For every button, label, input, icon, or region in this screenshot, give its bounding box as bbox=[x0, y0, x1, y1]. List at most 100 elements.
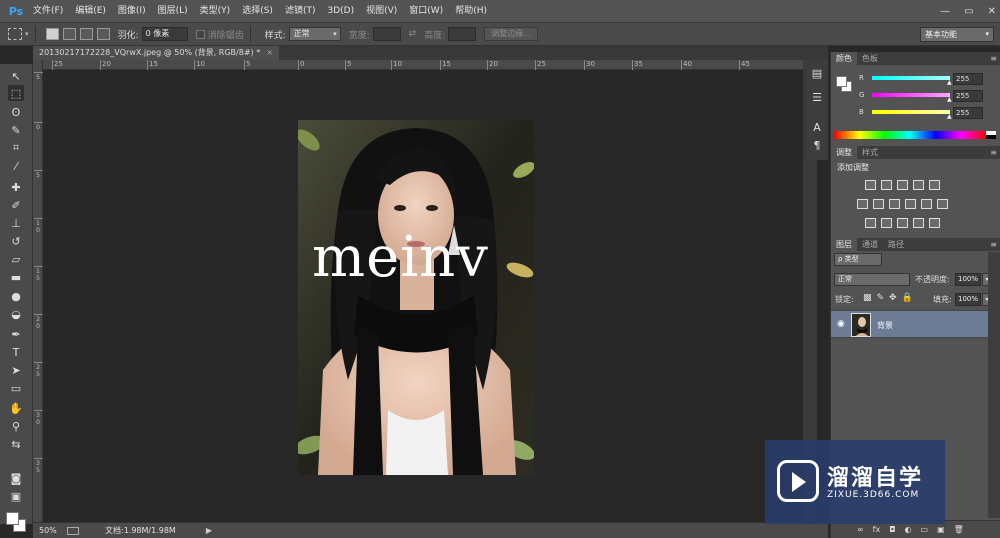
green-slider[interactable]: G ▲ 255 bbox=[859, 90, 999, 104]
color-lookup-icon[interactable] bbox=[937, 199, 948, 209]
properties-panel-icon[interactable]: ☰ bbox=[810, 90, 824, 104]
tab-channels[interactable]: 通道 bbox=[857, 238, 883, 251]
black-white-swatch[interactable] bbox=[986, 131, 996, 139]
layer-style-icon[interactable]: fx bbox=[873, 525, 881, 534]
red-slider[interactable]: R ▲ 255 bbox=[859, 73, 999, 87]
close-tab-icon[interactable]: × bbox=[266, 48, 273, 57]
foreground-color-swatch[interactable] bbox=[6, 512, 19, 525]
invert-icon[interactable] bbox=[865, 218, 876, 228]
clone-stamp-tool-icon[interactable]: ⊥ bbox=[8, 215, 24, 231]
menu-3d[interactable]: 3D(D) bbox=[321, 0, 360, 22]
selective-color-icon[interactable] bbox=[929, 218, 940, 228]
tab-styles[interactable]: 样式 bbox=[857, 146, 883, 159]
shape-tool-icon[interactable]: ▭ bbox=[8, 380, 24, 396]
color-foreground-swatch[interactable] bbox=[836, 76, 847, 87]
workspace-select[interactable]: 基本功能 bbox=[920, 27, 994, 42]
threshold-icon[interactable] bbox=[897, 218, 908, 228]
chevron-down-icon[interactable]: ▾ bbox=[25, 30, 29, 38]
posterize-icon[interactable] bbox=[881, 218, 892, 228]
layer-kind-filter[interactable]: ρ 类型 bbox=[834, 253, 882, 266]
dodge-tool-icon[interactable]: ◒ bbox=[8, 306, 24, 322]
red-value[interactable]: 255 bbox=[953, 73, 983, 85]
antialias-checkbox[interactable] bbox=[195, 29, 205, 39]
slider-thumb-icon[interactable]: ▲ bbox=[947, 79, 952, 86]
blur-tool-icon[interactable]: ● bbox=[8, 288, 24, 304]
document-image[interactable]: meinv bbox=[298, 120, 534, 475]
menu-file[interactable]: 文件(F) bbox=[27, 0, 69, 22]
menu-filter[interactable]: 滤镜(T) bbox=[279, 0, 322, 22]
hue-saturation-icon[interactable] bbox=[857, 199, 868, 209]
history-brush-tool-icon[interactable]: ↺ bbox=[8, 233, 24, 249]
hand-tool-icon[interactable]: ✋ bbox=[8, 400, 24, 416]
status-info-icon[interactable] bbox=[67, 526, 79, 535]
vibrance-icon[interactable] bbox=[929, 180, 940, 190]
color-spectrum[interactable] bbox=[834, 131, 986, 139]
photo-filter-icon[interactable] bbox=[905, 199, 916, 209]
blue-track[interactable] bbox=[872, 110, 950, 114]
marquee-preset-icon[interactable] bbox=[8, 28, 22, 40]
new-layer-icon[interactable]: ▣ bbox=[937, 525, 945, 534]
eyedropper-tool-icon[interactable]: ⁄ bbox=[8, 158, 24, 174]
crop-tool-icon[interactable]: ⌗ bbox=[8, 140, 24, 156]
panel-menu-icon[interactable]: ≡ bbox=[990, 146, 997, 159]
fill-input[interactable]: 100% bbox=[955, 293, 981, 306]
brightness-icon[interactable] bbox=[865, 180, 876, 190]
green-value[interactable]: 255 bbox=[953, 90, 983, 102]
layers-scrollbar[interactable] bbox=[988, 252, 1000, 518]
style-select[interactable]: 正常 bbox=[288, 27, 341, 41]
blue-slider[interactable]: B ▲ 255 bbox=[859, 107, 999, 121]
green-track[interactable] bbox=[872, 93, 950, 97]
intersect-selection-button[interactable] bbox=[96, 28, 110, 40]
exposure-icon[interactable] bbox=[913, 180, 924, 190]
adjustment-layer-icon[interactable]: ◐ bbox=[905, 525, 912, 534]
healing-brush-tool-icon[interactable]: ✚ bbox=[8, 179, 24, 195]
menu-view[interactable]: 视图(V) bbox=[360, 0, 403, 22]
layer-row-background[interactable]: ◉ 背景 bbox=[831, 310, 988, 338]
paragraph-panel-icon[interactable]: ¶ bbox=[810, 138, 824, 152]
close-icon[interactable]: ✕ bbox=[988, 6, 996, 17]
screen-mode-icon[interactable]: ▣ bbox=[8, 488, 24, 504]
lock-icons[interactable]: ▩✎✥🔒 bbox=[863, 293, 918, 303]
blue-value[interactable]: 255 bbox=[953, 107, 983, 119]
curves-icon[interactable] bbox=[897, 180, 908, 190]
document-tab[interactable]: 20130217172228_VQrwX.jpeg @ 50% (背景, RGB… bbox=[33, 46, 279, 60]
panel-menu-icon[interactable]: ≡ bbox=[990, 52, 997, 65]
levels-icon[interactable] bbox=[881, 180, 892, 190]
menu-help[interactable]: 帮助(H) bbox=[449, 0, 493, 22]
feather-input[interactable]: 0 像素 bbox=[141, 27, 188, 41]
character-panel-icon[interactable]: A bbox=[810, 120, 824, 134]
menu-type[interactable]: 类型(Y) bbox=[194, 0, 237, 22]
black-white-icon[interactable] bbox=[889, 199, 900, 209]
restore-icon[interactable]: ▭ bbox=[964, 6, 973, 17]
eraser-tool-icon[interactable]: ▱ bbox=[8, 251, 24, 267]
tab-layers[interactable]: 图层 bbox=[831, 238, 857, 251]
menu-layer[interactable]: 图层(L) bbox=[152, 0, 194, 22]
type-tool-icon[interactable]: T bbox=[8, 344, 24, 360]
subtract-selection-button[interactable] bbox=[79, 28, 93, 40]
history-panel-icon[interactable]: ▤ bbox=[810, 66, 824, 80]
menu-image[interactable]: 图像(I) bbox=[112, 0, 152, 22]
gradient-tool-icon[interactable]: ▬ bbox=[8, 269, 24, 285]
height-input[interactable] bbox=[448, 27, 477, 41]
tab-paths[interactable]: 路径 bbox=[883, 238, 909, 251]
zoom-tool-icon[interactable]: ⚲ bbox=[8, 418, 24, 434]
menu-window[interactable]: 窗口(W) bbox=[403, 0, 449, 22]
width-input[interactable] bbox=[372, 27, 401, 41]
brush-tool-icon[interactable]: ✐ bbox=[8, 197, 24, 213]
quick-select-tool-icon[interactable]: ✎ bbox=[8, 122, 24, 138]
panel-menu-icon[interactable]: ≡ bbox=[990, 238, 997, 251]
new-group-icon[interactable]: ▭ bbox=[921, 525, 929, 534]
link-layers-icon[interactable]: ∞ bbox=[857, 525, 864, 534]
slider-thumb-icon[interactable]: ▲ bbox=[947, 96, 952, 103]
minimize-icon[interactable]: — bbox=[940, 6, 950, 17]
color-balance-icon[interactable] bbox=[873, 199, 884, 209]
opacity-input[interactable]: 100% bbox=[955, 273, 981, 286]
swap-colors-icon[interactable]: ⇆ bbox=[8, 436, 24, 452]
tab-color[interactable]: 颜色 bbox=[831, 52, 857, 65]
tab-swatches[interactable]: 色板 bbox=[857, 52, 883, 65]
move-tool-icon[interactable]: ↖ bbox=[8, 68, 24, 84]
slider-thumb-icon[interactable]: ▲ bbox=[947, 113, 952, 120]
layer-name[interactable]: 背景 bbox=[877, 320, 893, 331]
pen-tool-icon[interactable]: ✒ bbox=[8, 326, 24, 342]
gradient-map-icon[interactable] bbox=[913, 218, 924, 228]
